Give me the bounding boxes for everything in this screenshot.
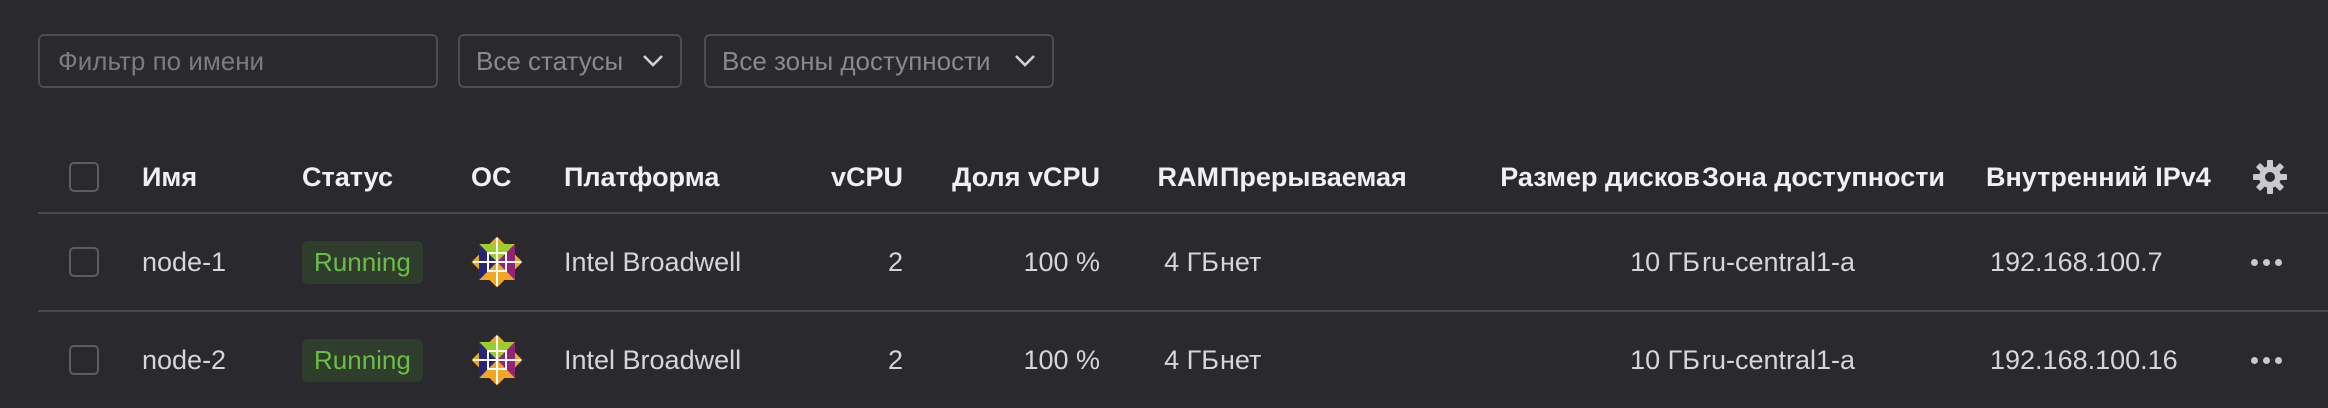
status-filter-value: Все статусы [476,45,624,76]
preemptible-cell: нет [1220,344,1262,375]
column-header-internal-ipv4[interactable]: Внутренний IPv4 [1986,142,2211,212]
column-header-zone[interactable]: Зона доступности [1702,142,1945,212]
zone-filter-value: Все зоны доступности [722,45,991,76]
status-cell: Running [302,312,423,408]
row-actions-cell [2251,312,2282,408]
zone-cell: ru-central1-a [1702,344,1856,375]
ipv4-cell: 192.168.100.16 [1990,344,2178,375]
status-badge: Running [302,240,423,284]
platform-cell: Intel Broadwell [564,344,742,375]
vcpu-cell: 2 [887,344,903,375]
vcpu-share-cell: 100 % [1023,344,1100,375]
row-select-cell [69,214,99,310]
status-badge: Running [302,338,423,382]
disk-size-cell: 10 ГБ [1630,246,1700,277]
column-header-platform[interactable]: Платформа [564,142,719,212]
name-filter-field[interactable] [38,34,438,88]
select-all-checkbox[interactable] [69,162,99,192]
ram-cell: 4 ГБ [1164,246,1219,277]
zone-filter-select[interactable]: Все зоны доступности [704,34,1054,88]
row-checkbox[interactable] [69,247,99,277]
status-filter-select[interactable]: Все статусы [458,34,682,88]
zone-cell: ru-central1-a [1702,246,1856,277]
more-actions-icon[interactable] [2251,258,2282,266]
os-cell [471,214,523,310]
ipv4-cell: 192.168.100.7 [1990,246,2163,277]
status-cell: Running [302,214,423,310]
ram-cell: 4 ГБ [1164,344,1219,375]
name-filter-input[interactable] [56,44,420,78]
column-header-name[interactable]: Имя [142,142,197,212]
column-header-vcpu-share[interactable]: Доля vCPU [918,142,1100,212]
column-header-ram[interactable]: RAM [1118,142,1220,212]
column-header-preemptible[interactable]: Прерываемая [1220,142,1407,212]
table-row[interactable]: node-1 Running Intel Broadwell 2 100 % 4… [38,214,2328,312]
platform-cell: Intel Broadwell [564,246,742,277]
table-row[interactable]: node-2 Running Intel Broadwell 2 100 % 4… [38,312,2328,408]
more-actions-icon[interactable] [2251,356,2282,364]
instance-name[interactable]: node-1 [142,214,226,310]
centos-logo-icon [471,334,523,386]
row-select-cell [69,312,99,408]
table-header: Имя Статус ОС Платформа vCPU Доля vCPU R… [38,142,2328,214]
column-header-disk-size[interactable]: Размер дисков [1458,142,1700,212]
vcpu-cell: 2 [887,246,903,277]
column-header-os[interactable]: ОС [471,142,512,212]
chevron-down-icon [643,55,663,67]
preemptible-cell: нет [1220,246,1262,277]
instance-name[interactable]: node-2 [142,312,226,408]
os-cell [471,312,523,408]
disk-size-cell: 10 ГБ [1630,344,1700,375]
row-actions-cell [2251,214,2282,310]
vcpu-share-cell: 100 % [1023,246,1100,277]
settings-cell [2252,142,2288,212]
column-header-vcpu[interactable]: vCPU [778,142,903,212]
chevron-down-icon [1015,55,1035,67]
select-all-cell [69,142,99,212]
centos-logo-icon [471,236,523,288]
row-checkbox[interactable] [69,345,99,375]
gear-icon[interactable] [2252,159,2288,195]
column-header-status[interactable]: Статус [302,142,393,212]
